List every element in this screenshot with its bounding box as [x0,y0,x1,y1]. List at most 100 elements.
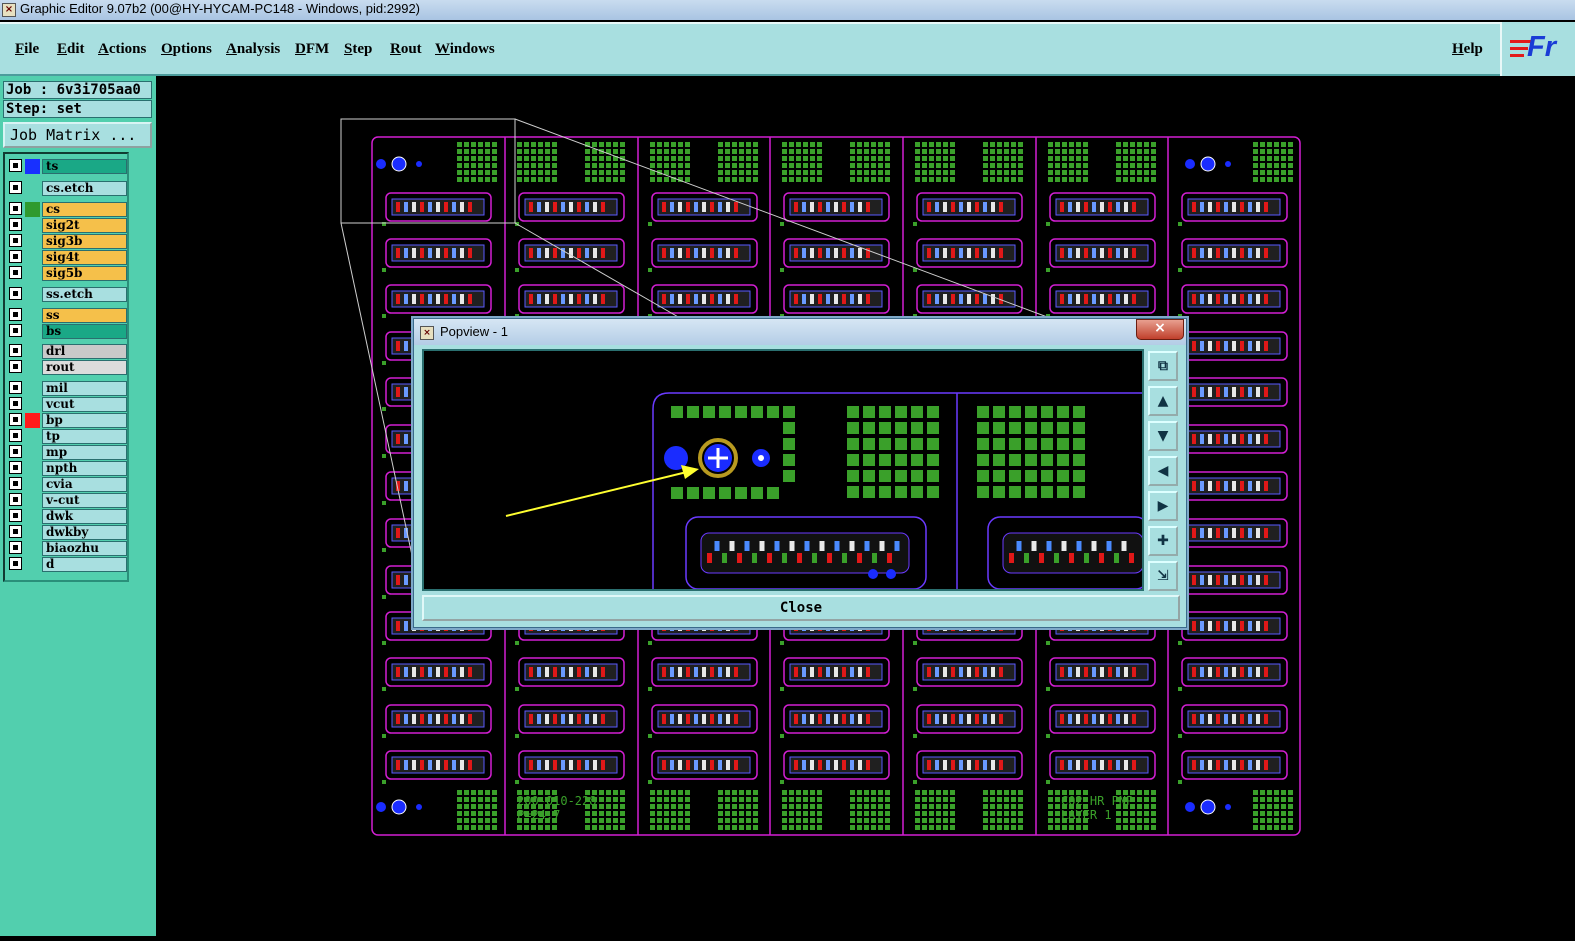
component-pin [1208,434,1212,444]
layer-checkbox[interactable] [9,324,22,337]
layer-name[interactable]: d [42,557,127,572]
layer-row-tp[interactable]: tp [9,429,127,444]
layer-name[interactable]: mp [42,445,127,460]
menu-windows[interactable]: Windows [435,41,495,58]
layer-name[interactable]: sig3b [42,234,127,249]
layer-name[interactable]: tp [42,429,127,444]
component-pin [420,667,424,677]
popview-zoom-view[interactable] [424,351,1142,589]
layer-name[interactable]: cs [42,202,127,217]
popview-titlebar[interactable]: × Popview - 1 [414,319,1186,345]
layer-name[interactable]: ts [42,159,127,174]
menu-file[interactable]: File [15,41,39,58]
layer-name[interactable]: mil [42,381,127,396]
layer-checkbox[interactable] [9,360,22,373]
layer-checkbox[interactable] [9,234,22,247]
layer-row-dwkby[interactable]: dwkby [9,525,127,540]
layer-checkbox[interactable] [9,181,22,194]
layer-row-v-cut[interactable]: v-cut [9,493,127,508]
pad-grid [782,142,822,182]
layer-name[interactable]: biaozhu [42,541,127,556]
layer-row-cs[interactable]: cs [9,202,127,217]
menu-rout[interactable]: Rout [390,41,422,58]
layer-checkbox[interactable] [9,445,22,458]
layer-row-sig5b[interactable]: sig5b [9,266,127,281]
zoom-in-icon[interactable]: ✚ [1148,526,1178,556]
layer-name[interactable]: vcut [42,397,127,412]
menu-options[interactable]: Options [161,41,212,58]
menu-actions[interactable]: Actions [98,41,146,58]
layer-checkbox[interactable] [9,218,22,231]
layer-checkbox[interactable] [9,477,22,490]
layer-row-drl[interactable]: drl [9,344,127,359]
layer-row-sig4t[interactable]: sig4t [9,250,127,265]
layer-checkbox[interactable] [9,287,22,300]
layer-name[interactable]: sig5b [42,266,127,281]
layer-row-ss[interactable]: ss [9,308,127,323]
layer-name[interactable]: dwk [42,509,127,524]
layer-name[interactable]: npth [42,461,127,476]
layer-row-biaozhu[interactable]: biaozhu [9,541,127,556]
layer-checkbox[interactable] [9,525,22,538]
menu-help[interactable]: Help [1452,41,1483,58]
layer-checkbox[interactable] [9,413,22,426]
pan-down-icon[interactable]: ▼ [1148,421,1178,451]
layer-row-npth[interactable]: npth [9,461,127,476]
layer-row-bp[interactable]: bp [9,413,127,428]
layer-checkbox[interactable] [9,461,22,474]
layer-checkbox[interactable] [9,266,22,279]
layer-name[interactable]: sig2t [42,218,127,233]
popview-close-icon[interactable]: × [1136,319,1184,340]
layer-row-ts[interactable]: ts [9,159,127,174]
layer-name[interactable]: v-cut [42,493,127,508]
layer-name[interactable]: rout [42,360,127,375]
layer-checkbox[interactable] [9,429,22,442]
layer-name[interactable]: ss [42,308,127,323]
component-pin [601,714,605,724]
layer-row-sig3b[interactable]: sig3b [9,234,127,249]
layer-checkbox[interactable] [9,202,22,215]
job-matrix-button[interactable]: Job Matrix ... [3,122,152,148]
layer-row-bs[interactable]: bs [9,324,127,339]
pan-up-icon[interactable]: ▲ [1148,386,1178,416]
layer-name[interactable]: drl [42,344,127,359]
layer-row-rout[interactable]: rout [9,360,127,375]
layer-checkbox[interactable] [9,493,22,506]
layer-checkbox[interactable] [9,344,22,357]
layer-name[interactable]: bp [42,413,127,428]
layer-row-mp[interactable]: mp [9,445,127,460]
layer-checkbox[interactable] [9,509,22,522]
menu-edit[interactable]: Edit [57,41,85,58]
layer-name[interactable]: bs [42,324,127,339]
layer-name[interactable]: dwkby [42,525,127,540]
popview-canvas[interactable] [422,349,1144,591]
menu-dfm[interactable]: DFM [295,41,329,58]
layer-row-dwk[interactable]: dwk [9,509,127,524]
layer-row-vcut[interactable]: vcut [9,397,127,412]
layer-row-sig2t[interactable]: sig2t [9,218,127,233]
zoom-out-icon[interactable]: ⇲ [1148,561,1178,591]
layer-name[interactable]: cs.etch [42,181,127,196]
component-pin [702,294,706,304]
layer-checkbox[interactable] [9,308,22,321]
layer-row-d[interactable]: d [9,557,127,572]
layer-checkbox[interactable] [9,397,22,410]
zoom-home-icon[interactable]: ⧉ [1148,351,1178,381]
layer-row-mil[interactable]: mil [9,381,127,396]
layer-row-cs-etch[interactable]: cs.etch [9,181,127,196]
pan-right-icon[interactable]: ▶ [1148,491,1178,521]
layer-checkbox[interactable] [9,250,22,263]
layer-checkbox[interactable] [9,381,22,394]
layer-checkbox[interactable] [9,557,22,570]
layer-name[interactable]: ss.etch [42,287,127,302]
layer-row-ss-etch[interactable]: ss.etch [9,287,127,302]
layer-checkbox[interactable] [9,541,22,554]
menu-step[interactable]: Step [344,41,372,58]
menu-analysis[interactable]: Analysis [226,41,280,58]
layer-name[interactable]: sig4t [42,250,127,265]
layer-checkbox[interactable] [9,159,22,172]
layer-name[interactable]: cvia [42,477,127,492]
layer-row-cvia[interactable]: cvia [9,477,127,492]
close-button[interactable]: Close [422,595,1180,621]
pan-left-icon[interactable]: ◀ [1148,456,1178,486]
